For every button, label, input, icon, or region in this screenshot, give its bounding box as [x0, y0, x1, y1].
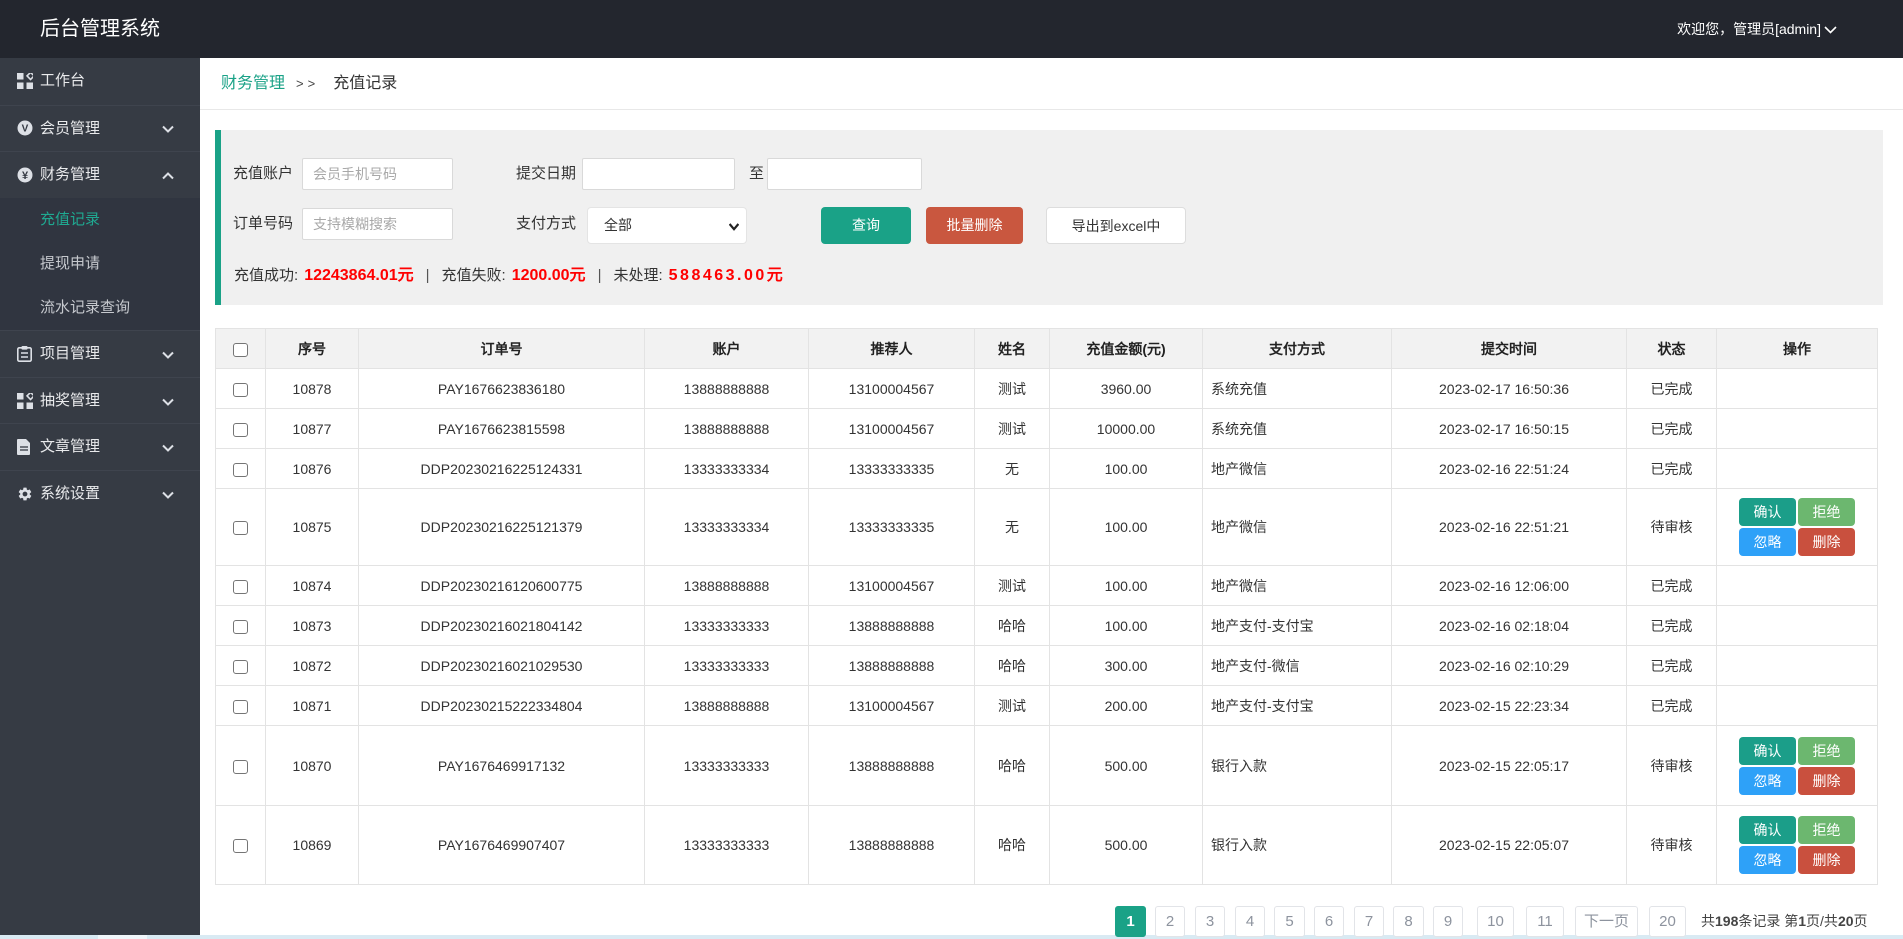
svg-text:V: V [22, 124, 29, 135]
svg-text:¥: ¥ [22, 170, 29, 182]
